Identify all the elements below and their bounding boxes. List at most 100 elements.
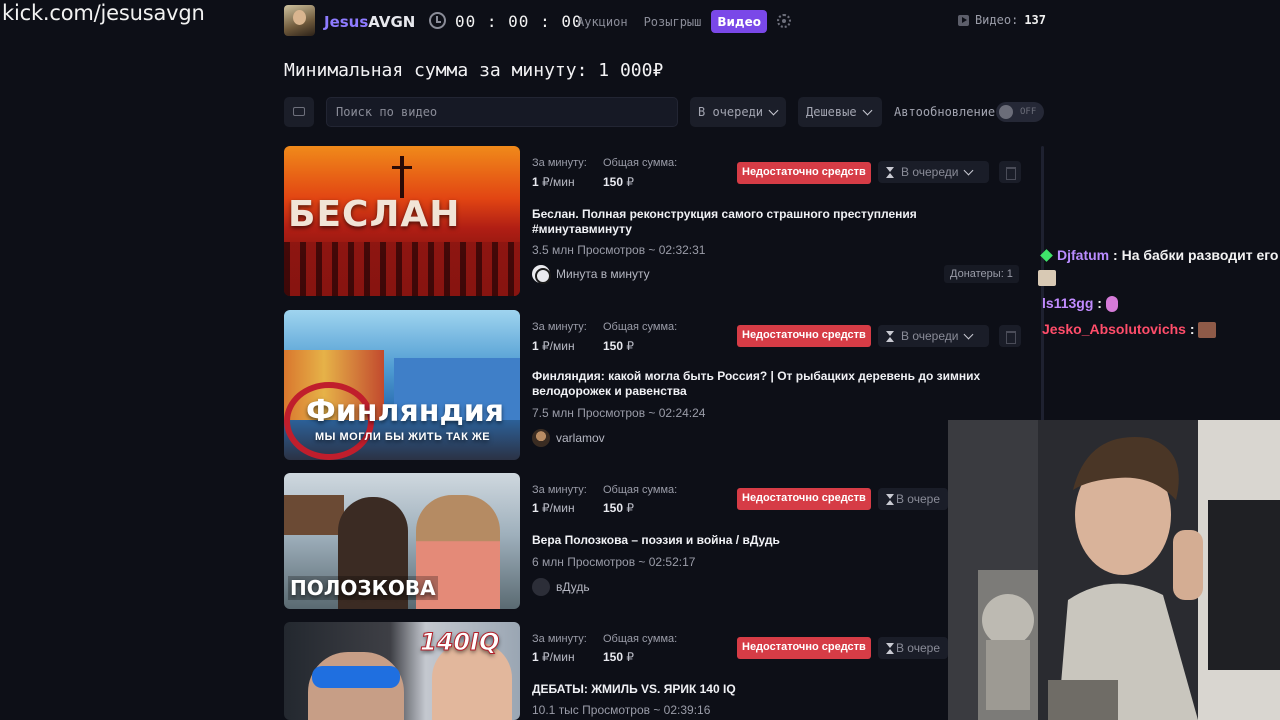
channel-name: varlamov [556, 431, 605, 445]
thumbnail-title: 140IQ [419, 628, 500, 657]
per-minute-amount: 1 [532, 339, 539, 353]
chat-username[interactable]: ls113gg [1042, 295, 1093, 311]
total-value: 150 ₽ [603, 339, 634, 353]
main-nav: Аукцион Розыгрыш Видео [571, 10, 768, 33]
video-thumbnail[interactable]: БЕСЛАН [284, 146, 520, 296]
tab-video[interactable]: Видео [711, 10, 768, 33]
delete-button[interactable] [999, 325, 1021, 347]
channel-info[interactable]: вДудь [532, 578, 590, 596]
total-unit: ₽ [626, 175, 635, 189]
clock-icon [429, 12, 446, 29]
per-minute-label: За минуту: [532, 484, 587, 496]
stream-frame: kick.com/jesusavgn JesusAVGN 00 : 00 : 0… [0, 0, 1280, 720]
chat-overlay: Djfatum : На бабки разводит его ls113gg … [1038, 244, 1280, 350]
hourglass-icon [886, 642, 894, 654]
total-amount: 150 [603, 175, 624, 189]
toolbar: В очереди Дешевые Автообновление OFF [284, 97, 1046, 127]
status-filter-value: В очереди [698, 105, 764, 119]
cross-bar-graphic [392, 166, 412, 169]
chat-text: На бабки разводит его [1121, 247, 1279, 263]
total-unit: ₽ [626, 339, 635, 353]
status-filter-select[interactable]: В очереди [690, 97, 786, 127]
mask-graphic [312, 666, 400, 688]
total-value: 150 ₽ [603, 501, 634, 515]
chevron-down-icon [768, 105, 779, 115]
video-card[interactable]: БЕСЛАН За минуту: 1 ₽/мин Общая сумма: 1… [284, 146, 1028, 296]
sort-filter-select[interactable]: Дешевые [798, 97, 882, 127]
hourglass-icon [886, 330, 894, 342]
video-title[interactable]: Беслан. Полная реконструкция самого стра… [532, 207, 952, 237]
video-meta: 10.1 тыс Просмотров ~ 02:39:16 [532, 703, 711, 717]
video-title[interactable]: Вера Полозкова – поэзия и война / вДудь [532, 533, 952, 548]
per-minute-value: 1 ₽/мин [532, 501, 575, 515]
chat-username[interactable]: Jesko_Absolutovichs [1042, 321, 1186, 337]
video-thumbnail[interactable]: Финляндия МЫ МОГЛИ БЫ ЖИТЬ ТАК ЖЕ [284, 310, 520, 460]
avatar[interactable] [284, 5, 315, 36]
status-select[interactable]: В очереди [878, 325, 989, 347]
video-thumbnail[interactable]: ПОЛОЗКОВА [284, 473, 520, 609]
video-card[interactable]: 140IQ За минуту: 1 ₽/мин Общая сумма: 15… [284, 622, 1028, 720]
emote-icon [1105, 296, 1118, 313]
chevron-down-icon [862, 105, 873, 115]
total-unit: ₽ [626, 650, 635, 664]
auto-refresh-label: Автообновление [894, 105, 996, 119]
total-label: Общая сумма: [603, 633, 678, 645]
insufficient-funds-badge: Недостаточно средств [737, 162, 871, 184]
thumbnail-title: ПОЛОЗКОВА [288, 576, 438, 600]
webcam-image [948, 420, 1280, 720]
total-amount: 150 [603, 650, 624, 664]
channel-name: Минута в минуту [556, 267, 650, 281]
per-minute-amount: 1 [532, 501, 539, 515]
video-title[interactable]: Финляндия: какой могла быть Россия? | От… [532, 369, 1002, 399]
status-value: В очереди [901, 165, 959, 179]
video-title[interactable]: ДЕБАТЫ: ЖМИЛЬ VS. ЯРИК 140 IQ [532, 682, 952, 697]
channel-avatar [532, 578, 550, 596]
per-minute-value: 1 ₽/мин [532, 650, 575, 664]
channel-name: вДудь [556, 580, 590, 594]
status-select[interactable]: В очере [878, 488, 948, 510]
channel-avatar [532, 429, 550, 447]
toggle-knob [999, 105, 1013, 119]
auto-refresh-toggle[interactable]: OFF [996, 102, 1044, 122]
per-minute-label: За минуту: [532, 157, 587, 169]
per-minute-amount: 1 [532, 175, 539, 189]
video-meta: 6 млн Просмотров ~ 02:52:17 [532, 555, 696, 569]
gear-icon[interactable] [777, 14, 791, 28]
status-value: В очере [895, 492, 940, 506]
total-amount: 150 [603, 501, 624, 515]
chat-message: Jesko_Absolutovichs : [1038, 318, 1280, 340]
tab-giveaway[interactable]: Розыгрыш [638, 10, 708, 33]
cross-graphic [400, 156, 404, 198]
channel-info[interactable]: varlamov [532, 429, 605, 447]
delete-button[interactable] [999, 161, 1021, 183]
brand-logo[interactable]: JesusAVGN [324, 13, 415, 31]
hourglass-icon [886, 493, 894, 505]
status-select[interactable]: В очере [878, 637, 948, 659]
chat-separator: : [1097, 295, 1102, 311]
tab-auction[interactable]: Аукцион [571, 10, 634, 33]
channel-info[interactable]: Минута в минуту [532, 265, 650, 284]
per-minute-amount: 1 [532, 650, 539, 664]
search-input[interactable] [326, 97, 678, 127]
badge-icon [1040, 249, 1053, 262]
crowd-graphic [284, 242, 520, 296]
status-select[interactable]: В очереди [878, 161, 989, 183]
total-label: Общая сумма: [603, 321, 678, 333]
per-minute-unit: ₽/мин [542, 339, 575, 353]
chat-username[interactable]: Djfatum [1057, 247, 1109, 263]
video-thumbnail[interactable]: 140IQ [284, 622, 520, 720]
per-minute-unit: ₽/мин [542, 650, 575, 664]
video-card[interactable]: ПОЛОЗКОВА За минуту: 1 ₽/мин Общая сумма… [284, 473, 1028, 623]
thumbnail-title: БЕСЛАН [288, 194, 461, 235]
toggle-state-label: OFF [1020, 107, 1037, 117]
total-amount: 150 [603, 339, 624, 353]
thumbnail-title: Финляндия [306, 394, 504, 429]
stream-watermark: kick.com/jesusavgn [2, 1, 205, 25]
hourglass-icon [886, 166, 894, 178]
per-minute-unit: ₽/мин [542, 175, 575, 189]
refresh-button[interactable] [284, 97, 314, 127]
total-label: Общая сумма: [603, 157, 678, 169]
video-card[interactable]: Финляндия МЫ МОГЛИ БЫ ЖИТЬ ТАК ЖЕ За мин… [284, 310, 1028, 460]
timer-display: 00 : 00 : 00 [455, 12, 583, 31]
channel-avatar [532, 265, 551, 284]
